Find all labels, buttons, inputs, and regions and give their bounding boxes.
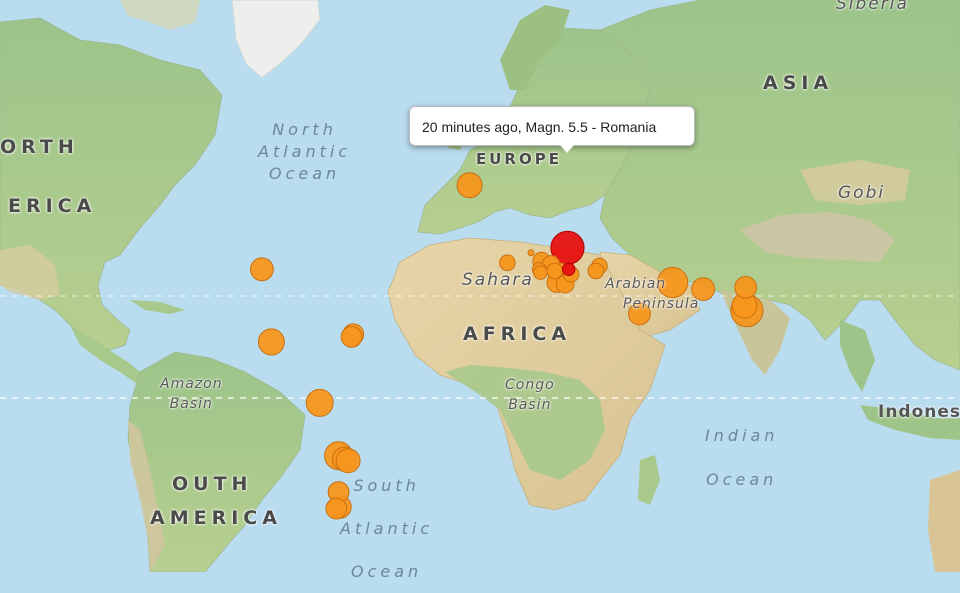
earthquake-marker[interactable] [325, 497, 348, 520]
recent-earthquake-marker[interactable] [562, 262, 576, 276]
earthquake-marker[interactable] [456, 172, 483, 199]
earthquake-marker[interactable] [340, 326, 363, 348]
earthquake-marker[interactable] [691, 277, 716, 302]
tooltip-text: 20 minutes ago, Magn. 5.5 - Romania [422, 119, 657, 135]
earthquake-marker[interactable] [734, 276, 758, 299]
earthquake-marker[interactable] [527, 249, 535, 257]
earthquake-marker[interactable] [657, 266, 689, 299]
earthquake-marker[interactable] [257, 328, 285, 356]
earthquake-marker[interactable] [335, 448, 361, 474]
earthquake-tooltip: 20 minutes ago, Magn. 5.5 - Romania [409, 106, 695, 146]
earthquake-marker[interactable] [546, 262, 563, 280]
earthquake-marker[interactable] [587, 262, 605, 280]
earthquake-marker[interactable] [250, 257, 274, 282]
earthquake-marker[interactable] [499, 254, 516, 272]
tooltip-pointer [560, 145, 574, 153]
land-australia [928, 470, 960, 572]
world-map[interactable] [0, 0, 960, 572]
earthquake-marker[interactable] [533, 265, 548, 280]
earthquake-marker[interactable] [628, 302, 651, 326]
earthquake-marker[interactable] [305, 388, 334, 417]
